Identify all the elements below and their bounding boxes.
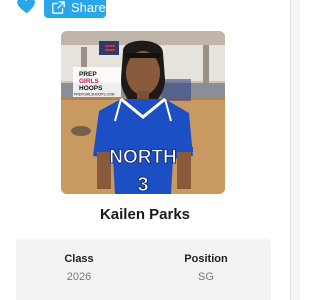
watermark-line-2: GIRLS [79,78,100,85]
class-label: Class [64,253,94,265]
heart-icon [16,0,38,16]
position-label: Position [184,253,228,265]
class-value: 2026 [66,271,92,283]
player-name: Kailen Parks [99,206,191,223]
player-photo: PREP GIRLS HOOPS PREPGIRLSHOOPS.COM NORT… [61,31,225,194]
watermark-logo: PREP GIRLS HOOPS PREPGIRLSHOOPS.COM [73,67,121,97]
watermark-url: PREPGIRLSHOOPS.COM [74,93,115,97]
position-field: Position SG [146,253,266,283]
share-button[interactable]: Share [44,0,106,18]
share-label: Share [71,0,106,15]
jersey-number: 3 [137,174,148,194]
scrollbar-track[interactable] [290,0,300,300]
class-field: Class 2026 [19,253,139,283]
favorite-button[interactable] [16,0,38,16]
jersey-text: NORTH [109,147,177,168]
watermark-line-1: PREP [79,71,97,78]
position-value: SG [198,271,214,283]
top-action-bar: Share [0,0,300,20]
player-info-card: Class 2026 Position SG [16,239,271,300]
watermark-line-3: HOOPS [79,85,103,92]
share-external-icon [52,1,65,14]
